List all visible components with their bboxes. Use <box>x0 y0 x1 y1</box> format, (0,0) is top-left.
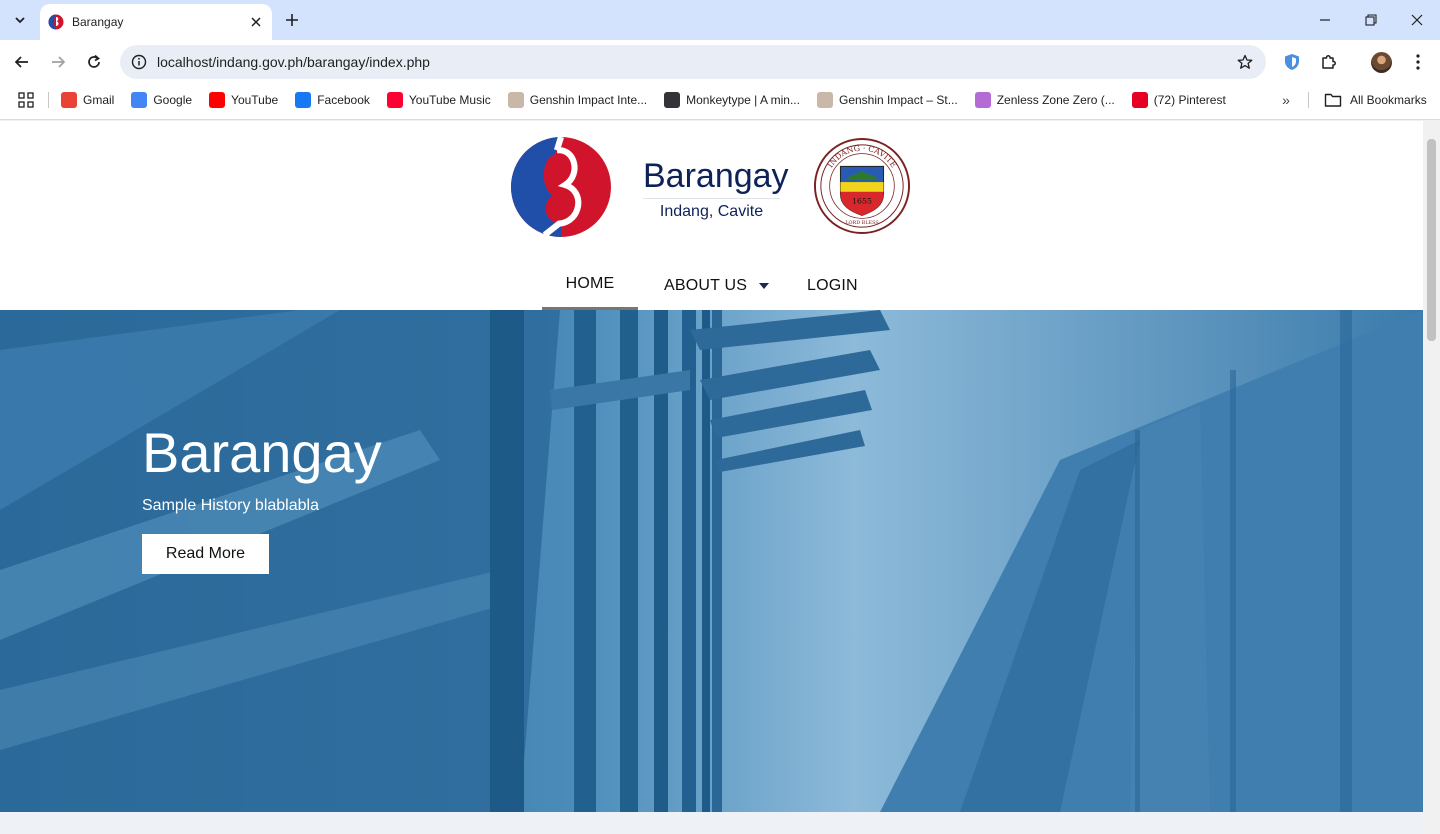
monkeytype-icon <box>664 92 681 108</box>
tab-search-button[interactable] <box>6 6 34 34</box>
url-text[interactable]: localhost/indang.gov.ph/barangay/index.p… <box>157 54 1230 70</box>
page-scrollbar[interactable] <box>1423 121 1440 834</box>
municipal-seal-logo: 1655 INDANG · CAVITE LORD BLESS <box>813 137 911 235</box>
bookmark-item[interactable]: YouTube <box>205 88 282 112</box>
site-info-icon[interactable] <box>122 54 156 70</box>
folder-icon <box>1324 93 1342 107</box>
pinterest-icon <box>1131 92 1148 108</box>
bookmark-label: Monkeytype | A min... <box>686 93 800 107</box>
toolbar-divider <box>0 116 1440 120</box>
bookmark-label: Google <box>153 93 193 107</box>
puzzle-icon <box>1322 55 1336 69</box>
bookmark-item[interactable]: Google <box>127 88 196 112</box>
google-icon <box>131 92 148 108</box>
shield-icon <box>1285 54 1299 70</box>
bookmark-item[interactable]: Genshin Impact – St... <box>813 88 962 112</box>
bookmark-label: YouTube <box>231 93 279 107</box>
bookmarks-separator <box>1308 92 1309 108</box>
gmail-icon <box>61 92 77 108</box>
more-vertical-icon <box>1416 54 1420 70</box>
main-navigation: HOME ABOUT US LOGIN <box>0 261 1423 310</box>
reload-button[interactable] <box>80 48 108 76</box>
nav-about-us-label: ABOUT US <box>664 276 748 294</box>
nav-home-label: HOME <box>565 275 615 292</box>
bookmark-label: YouTube Music <box>408 93 491 107</box>
chevron-down-icon <box>15 17 25 24</box>
address-bar[interactable]: localhost/indang.gov.ph/barangay/index.p… <box>120 45 1266 79</box>
hero-banner: Barangay Sample History blablabla Read M… <box>0 310 1423 812</box>
seal-motto: LORD BLESS <box>845 220 878 226</box>
close-icon <box>251 17 261 27</box>
plus-icon <box>286 14 298 26</box>
bookmark-item[interactable]: (72) Pinterest <box>1128 88 1230 112</box>
read-more-button[interactable]: Read More <box>142 534 269 574</box>
tab-strip: Barangay <box>0 0 1440 40</box>
youtube-music-icon <box>386 92 403 108</box>
bookmark-label: (72) Pinterest <box>1153 93 1226 107</box>
tab-title: Barangay <box>72 15 124 29</box>
bookmarks-bar: Gmail Google YouTube Facebook YouTube Music G… <box>0 84 1440 116</box>
profile-avatar[interactable] <box>1371 52 1392 73</box>
brand-divider <box>643 198 780 199</box>
new-tab-button[interactable] <box>280 8 304 32</box>
hero-subtitle: Sample History blablabla <box>142 497 319 514</box>
bookmark-item[interactable]: Facebook <box>291 88 374 112</box>
close-window-button[interactable] <box>1394 6 1440 34</box>
nav-home-link[interactable]: HOME <box>542 261 638 310</box>
bookmarks-separator <box>48 92 49 108</box>
scrollbar-thumb[interactable] <box>1427 139 1436 341</box>
close-icon <box>1411 14 1423 26</box>
forward-button[interactable] <box>44 48 72 76</box>
youtube-icon <box>209 92 226 108</box>
reload-icon <box>88 54 100 68</box>
genshin-icon <box>507 92 524 108</box>
facebook-icon <box>295 92 312 108</box>
nav-login-label: LOGIN <box>807 276 858 294</box>
brand-subtitle: Indang, Cavite <box>659 203 764 220</box>
bookmark-label: Zenless Zone Zero (... <box>996 93 1115 107</box>
password-manager-extension[interactable] <box>1278 48 1306 76</box>
bookmark-label: Genshin Impact Inte... <box>529 93 648 107</box>
browser-toolbar: localhost/indang.gov.ph/barangay/index.p… <box>0 40 1440 84</box>
chrome-menu-button[interactable] <box>1404 48 1432 76</box>
minimize-button[interactable] <box>1302 6 1348 34</box>
browser-tab[interactable]: Barangay <box>40 4 272 40</box>
tab-close-button[interactable] <box>246 12 266 32</box>
caret-down-icon <box>759 282 770 289</box>
genshin-icon <box>816 92 833 108</box>
zenless-icon <box>974 92 991 108</box>
bookmark-label: Genshin Impact – St... <box>838 93 958 107</box>
apps-grid-icon[interactable] <box>16 90 36 110</box>
more-bookmarks-button[interactable]: » <box>1276 88 1296 112</box>
arrow-right-icon <box>52 56 66 68</box>
bookmark-label: Facebook <box>317 93 370 107</box>
bookmark-item[interactable]: Zenless Zone Zero (... <box>971 88 1119 112</box>
all-bookmarks-button[interactable]: All Bookmarks <box>1324 88 1427 112</box>
bookmark-item[interactable]: Gmail <box>57 88 118 112</box>
site-header: Barangay Indang, Cavite 1655 INDANG · CA… <box>0 121 1423 310</box>
nav-login-link[interactable]: LOGIN <box>807 261 858 310</box>
back-button[interactable] <box>8 48 36 76</box>
favicon-icon <box>48 14 64 30</box>
extensions-button[interactable] <box>1315 48 1343 76</box>
barangay-logo[interactable] <box>510 136 612 238</box>
bookmark-item[interactable]: Monkeytype | A min... <box>660 88 804 112</box>
restore-icon <box>1365 14 1377 26</box>
seal-year: 1655 <box>852 197 872 206</box>
bookmark-item[interactable]: Genshin Impact Inte... <box>504 88 651 112</box>
bookmark-star-icon[interactable] <box>1230 54 1260 70</box>
arrow-left-icon <box>14 56 28 68</box>
nav-about-us-link[interactable]: ABOUT US <box>664 261 770 310</box>
all-bookmarks-label: All Bookmarks <box>1350 93 1427 107</box>
brand-title: Barangay <box>643 157 789 195</box>
bookmark-label: Gmail <box>83 93 115 107</box>
minimize-icon <box>1320 19 1330 21</box>
hero-title: Barangay <box>142 421 382 484</box>
bookmark-item[interactable]: YouTube Music <box>383 88 495 112</box>
restore-button[interactable] <box>1348 6 1394 34</box>
page-viewport: Barangay Indang, Cavite 1655 INDANG · CA… <box>0 121 1423 834</box>
site-brand: Barangay Indang, Cavite <box>643 156 789 221</box>
